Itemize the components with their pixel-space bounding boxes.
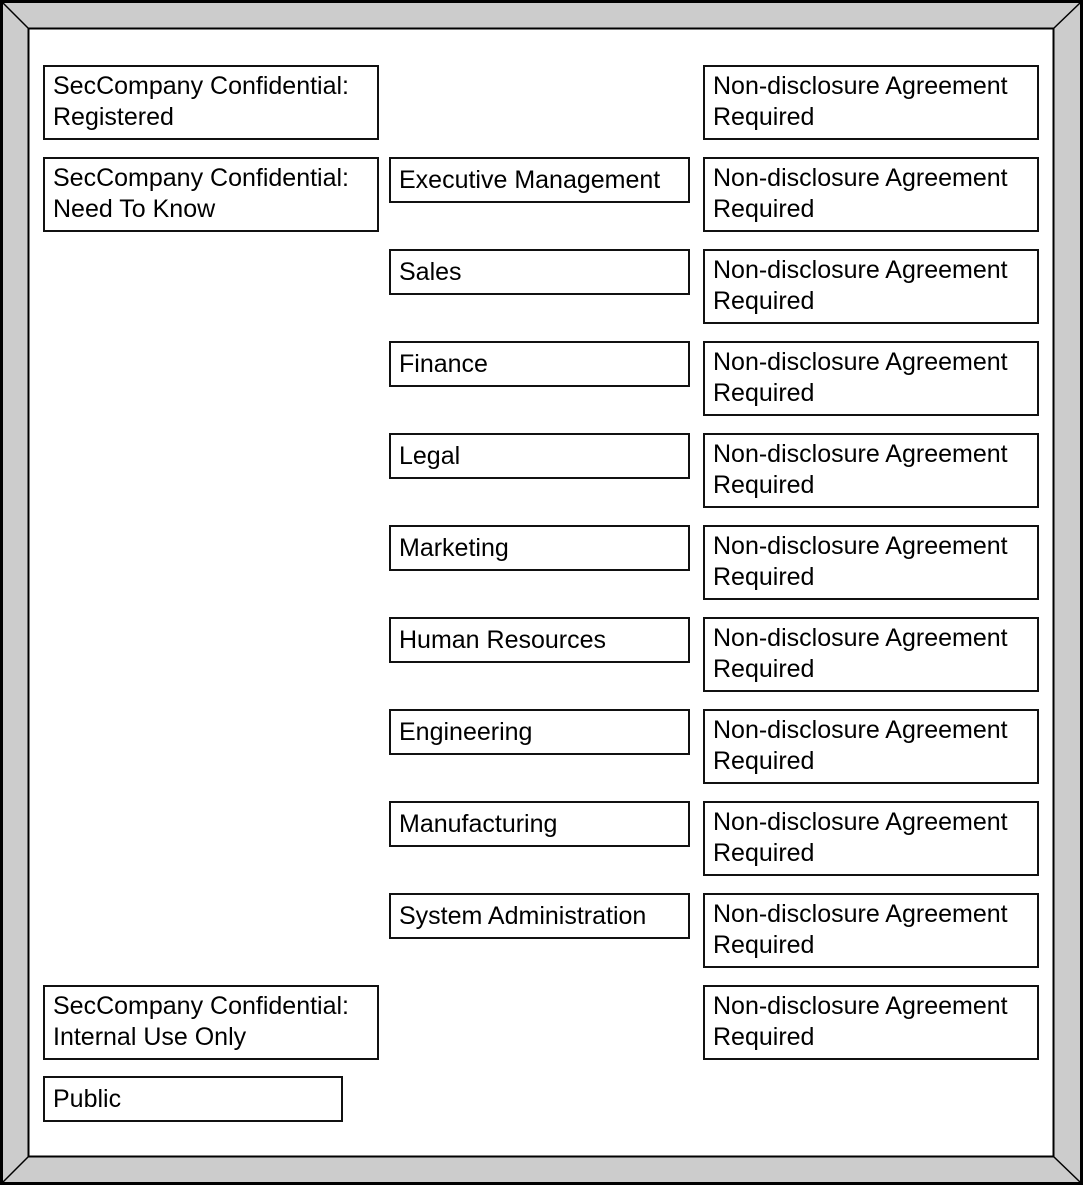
caveat-box: Non-disclosure Agreement Required	[703, 65, 1039, 140]
category-label: Human Resources	[399, 626, 607, 654]
level-box-registered: SecCompany Confidential: Registered	[43, 65, 379, 140]
caveat-line: Required	[713, 563, 815, 591]
caveat-line: Required	[713, 471, 815, 499]
level-line: Public	[53, 1085, 122, 1113]
category-label: Marketing	[399, 534, 509, 562]
category-label: Sales	[399, 258, 462, 286]
category-box-system-administration: System Administration	[389, 893, 690, 939]
caveat-line: Required	[713, 287, 815, 315]
category-label: Manufacturing	[399, 810, 558, 838]
caveat-line: Non-disclosure Agreement	[713, 808, 1008, 836]
caveat-box: Non-disclosure Agreement Required	[703, 341, 1039, 416]
level-line: Need To Know	[53, 195, 216, 223]
caveat-line: Required	[713, 379, 815, 407]
category-box-marketing: Marketing	[389, 525, 690, 571]
caveat-line: Required	[713, 103, 815, 131]
level-line: Registered	[53, 103, 174, 131]
caveat-line: Required	[713, 747, 815, 775]
caveat-box: Non-disclosure Agreement Required	[703, 617, 1039, 692]
caveat-line: Non-disclosure Agreement	[713, 440, 1008, 468]
caveat-line: Non-disclosure Agreement	[713, 72, 1008, 100]
caveat-line: Required	[713, 195, 815, 223]
category-box-legal: Legal	[389, 433, 690, 479]
category-label: Finance	[399, 350, 488, 378]
caveat-line: Non-disclosure Agreement	[713, 532, 1008, 560]
category-label: Engineering	[399, 718, 533, 746]
category-label: Legal	[399, 442, 461, 470]
level-box-internal-use-only: SecCompany Confidential: Internal Use On…	[43, 985, 379, 1060]
caveat-line: Non-disclosure Agreement	[713, 992, 1008, 1020]
level-box-need-to-know: SecCompany Confidential: Need To Know	[43, 157, 379, 232]
level-line: SecCompany Confidential:	[53, 992, 349, 1020]
category-box-manufacturing: Manufacturing	[389, 801, 690, 847]
caveat-line: Non-disclosure Agreement	[713, 624, 1008, 652]
caveat-box: Non-disclosure Agreement Required	[703, 433, 1039, 508]
level-line: SecCompany Confidential:	[53, 164, 349, 192]
caveat-box: Non-disclosure Agreement Required	[703, 801, 1039, 876]
category-label: Executive Management	[399, 166, 661, 194]
caveat-line: Non-disclosure Agreement	[713, 900, 1008, 928]
caveat-box: Non-disclosure Agreement Required	[703, 893, 1039, 968]
caveat-box: Non-disclosure Agreement Required	[703, 985, 1039, 1060]
category-box-executive-management: Executive Management	[389, 157, 690, 203]
caveat-box: Non-disclosure Agreement Required	[703, 525, 1039, 600]
level-line: SecCompany Confidential:	[53, 72, 349, 100]
caveat-line: Required	[713, 655, 815, 683]
caveat-line: Non-disclosure Agreement	[713, 256, 1008, 284]
caveat-line: Required	[713, 1023, 815, 1051]
level-line: Internal Use Only	[53, 1023, 247, 1051]
caveat-line: Non-disclosure Agreement	[713, 716, 1008, 744]
category-box-human-resources: Human Resources	[389, 617, 690, 663]
caveat-line: Required	[713, 839, 815, 867]
category-label: System Administration	[399, 902, 647, 930]
category-box-sales: Sales	[389, 249, 690, 295]
caveat-line: Non-disclosure Agreement	[713, 164, 1008, 192]
caveat-box: Non-disclosure Agreement Required	[703, 249, 1039, 324]
caveat-line: Required	[713, 931, 815, 959]
caveat-box: Non-disclosure Agreement Required	[703, 157, 1039, 232]
category-box-finance: Finance	[389, 341, 690, 387]
caveat-box: Non-disclosure Agreement Required	[703, 709, 1039, 784]
level-box-public: Public	[43, 1076, 343, 1122]
category-box-engineering: Engineering	[389, 709, 690, 755]
caveat-line: Non-disclosure Agreement	[713, 348, 1008, 376]
